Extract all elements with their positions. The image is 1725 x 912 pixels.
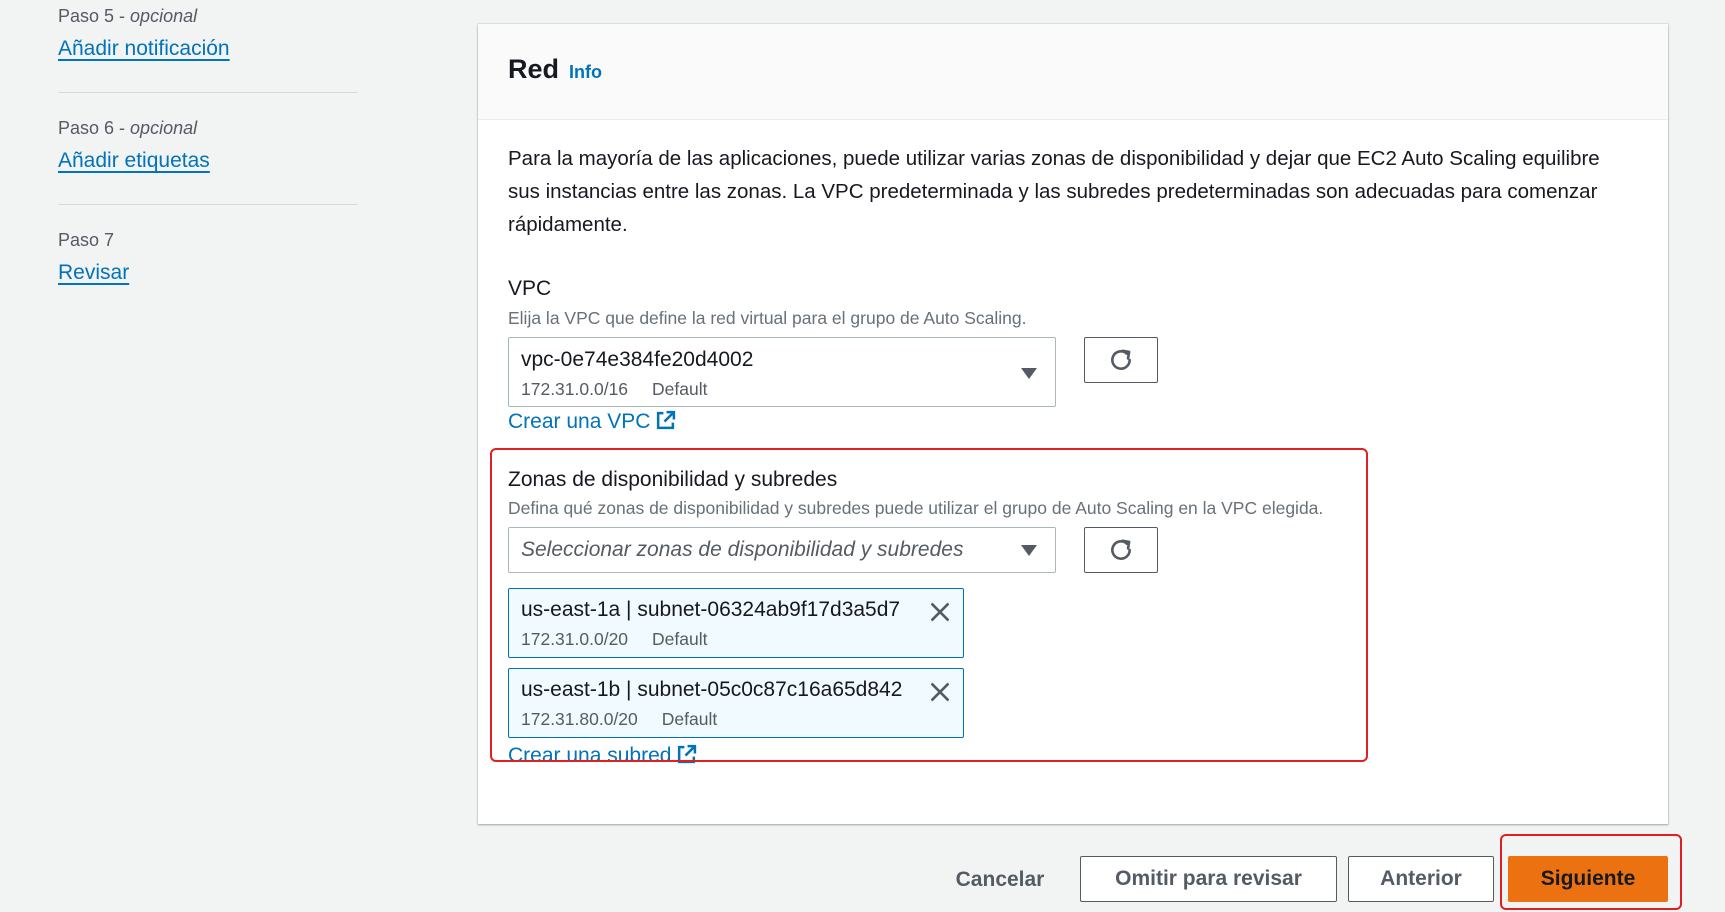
- step-divider: [58, 92, 358, 93]
- vpc-label: VPC: [508, 277, 552, 300]
- external-link-icon: [657, 410, 676, 430]
- step-7-link[interactable]: Revisar: [58, 261, 129, 285]
- refresh-icon: [1111, 349, 1131, 370]
- step-6-link[interactable]: Añadir etiquetas: [58, 149, 210, 173]
- info-link[interactable]: Info: [569, 62, 602, 83]
- card-title: Red: [508, 54, 560, 84]
- step-5: Paso 5 - opcional Añadir notificación: [58, 6, 358, 61]
- skip-to-review-button[interactable]: Omitir para revisar: [1080, 856, 1337, 902]
- step-7: Paso 7 Revisar: [58, 230, 358, 285]
- vpc-select[interactable]: vpc-0e74e384fe20d4002 172.31.0.0/16 Defau…: [508, 337, 1056, 407]
- step-6: Paso 6 - opcional Añadir etiquetas: [58, 118, 358, 173]
- vpc-selected-id: vpc-0e74e384fe20d4002: [521, 348, 754, 371]
- vpc-refresh-button[interactable]: [1084, 337, 1158, 383]
- create-vpc-link[interactable]: Crear una VPC: [508, 410, 676, 434]
- step-6-label: Paso 6 - opcional: [58, 118, 198, 138]
- vpc-hint: Elija la VPC que define la red virtual p…: [508, 308, 1027, 328]
- step-7-label: Paso 7: [58, 230, 115, 250]
- step-5-link[interactable]: Añadir notificación: [58, 37, 230, 61]
- vpc-selected-details: 172.31.0.0/16 Default: [521, 379, 708, 399]
- card-header: Red Info: [478, 24, 1668, 120]
- cancel-button[interactable]: Cancelar: [944, 858, 1056, 902]
- previous-button[interactable]: Anterior: [1348, 856, 1494, 902]
- zones-highlight-box: [490, 448, 1368, 762]
- step-5-label: Paso 5 - opcional: [58, 6, 198, 26]
- caret-down-icon: [1021, 368, 1037, 379]
- step-divider: [58, 204, 358, 205]
- card-description: Para la mayoría de las aplicaciones, pue…: [508, 147, 1600, 236]
- next-button[interactable]: Siguiente: [1508, 856, 1668, 902]
